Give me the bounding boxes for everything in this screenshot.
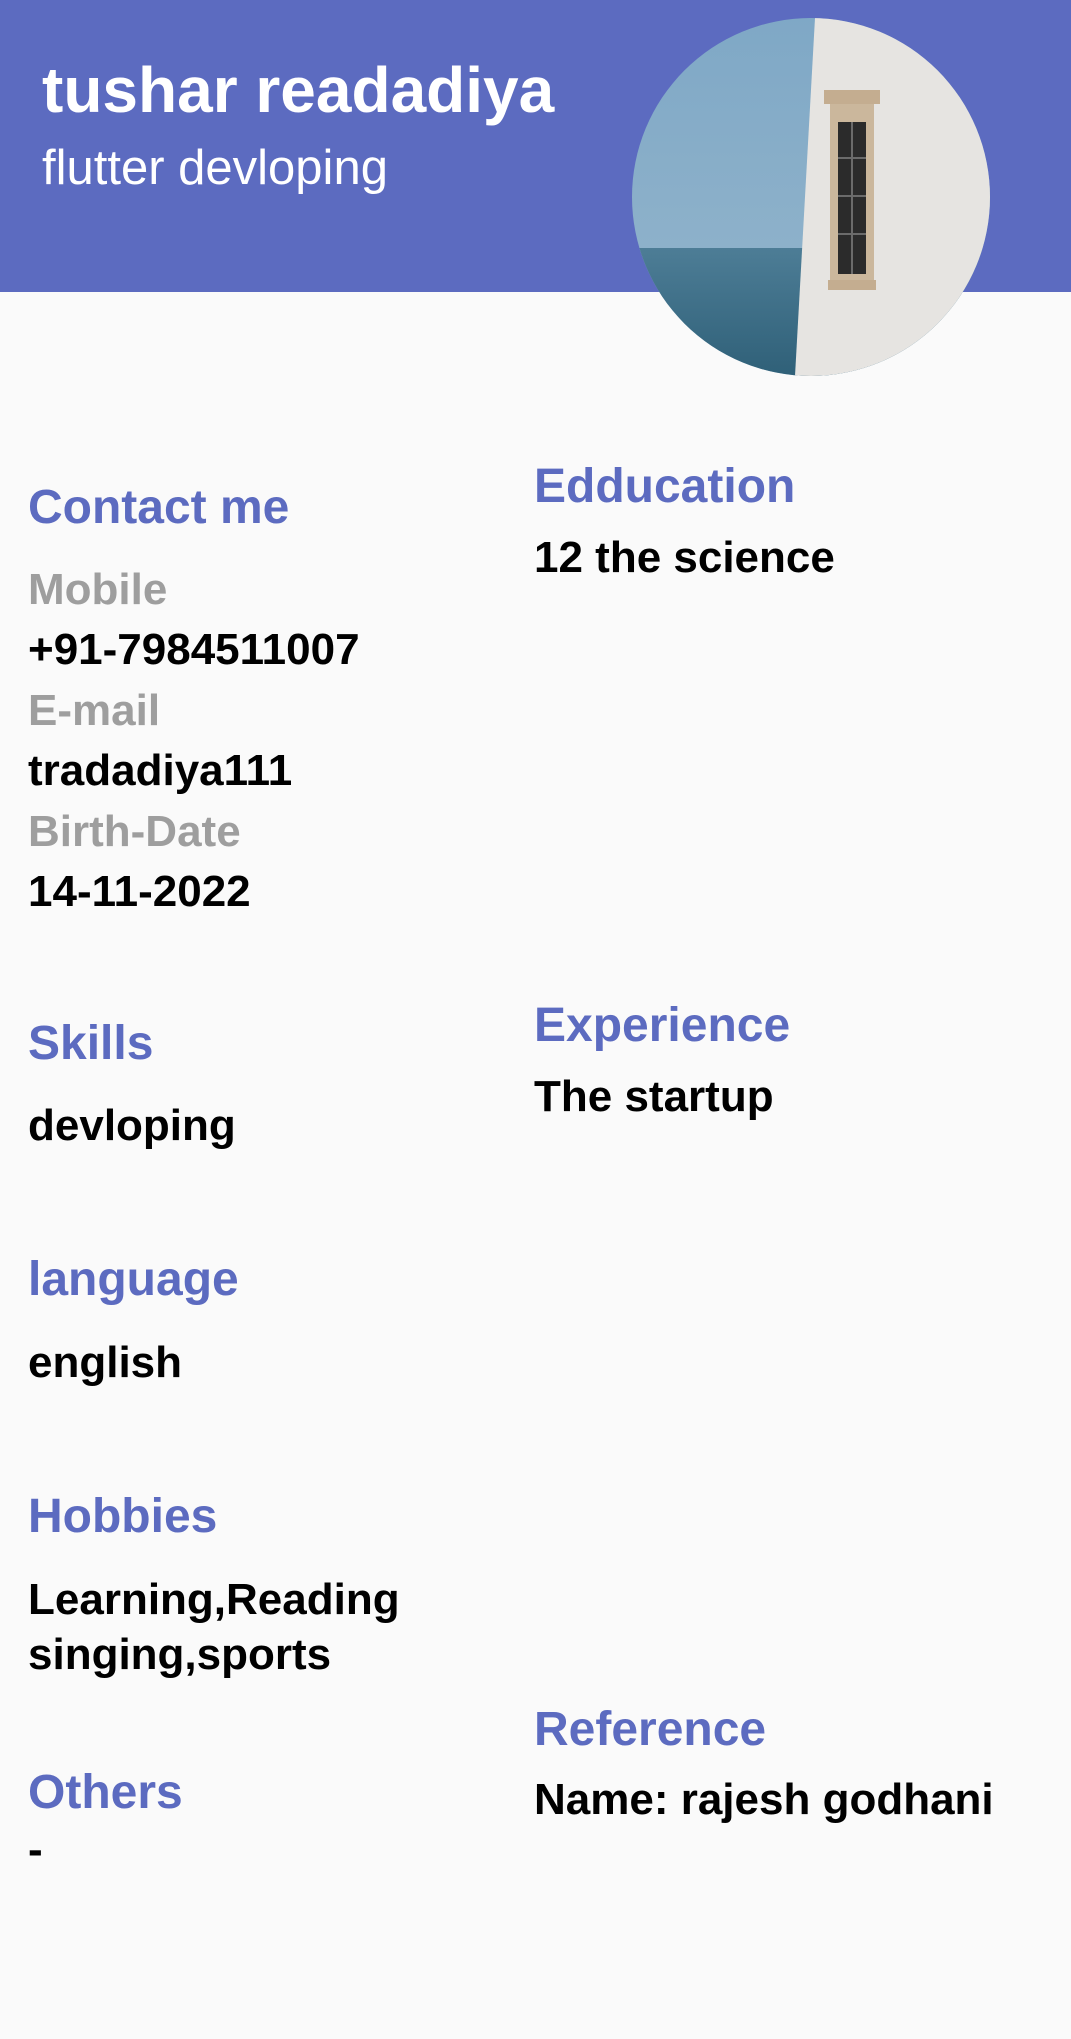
hobbies-heading: Hobbies (28, 1490, 218, 1543)
hobbies-line-1: Learning,Reading (28, 1575, 400, 1624)
profile-role: flutter devloping (42, 141, 388, 195)
others-value: - (28, 1825, 43, 1874)
hobbies-line-2: singing,sports (28, 1630, 332, 1679)
experience-heading: Experience (534, 999, 791, 1052)
mobile-value[interactable]: +91-7984511007 (28, 628, 360, 672)
others-heading: Others (28, 1766, 183, 1819)
education-value: 12 the science (534, 533, 835, 582)
language-heading: language (28, 1253, 239, 1306)
contact-heading: Contact me (28, 481, 290, 534)
reference-value: Name: rajesh godhani (534, 1775, 994, 1824)
profile-photo-image (632, 18, 990, 376)
profile-name: tushar readadiya (42, 54, 555, 126)
skills-value: devloping (28, 1101, 236, 1150)
mobile-label: Mobile (28, 565, 168, 614)
birth-date-value: 14-11-2022 (28, 867, 251, 916)
reference-heading: Reference (534, 1703, 767, 1756)
skills-heading: Skills (28, 1017, 154, 1070)
language-value: english (28, 1338, 183, 1387)
profile-photo[interactable] (632, 18, 990, 376)
birth-date-label: Birth-Date (28, 807, 241, 856)
education-heading: Edducation (534, 460, 796, 513)
email-label: E-mail (28, 686, 161, 735)
experience-value: The startup (534, 1072, 774, 1121)
email-value[interactable]: tradadiya111 (28, 749, 292, 793)
